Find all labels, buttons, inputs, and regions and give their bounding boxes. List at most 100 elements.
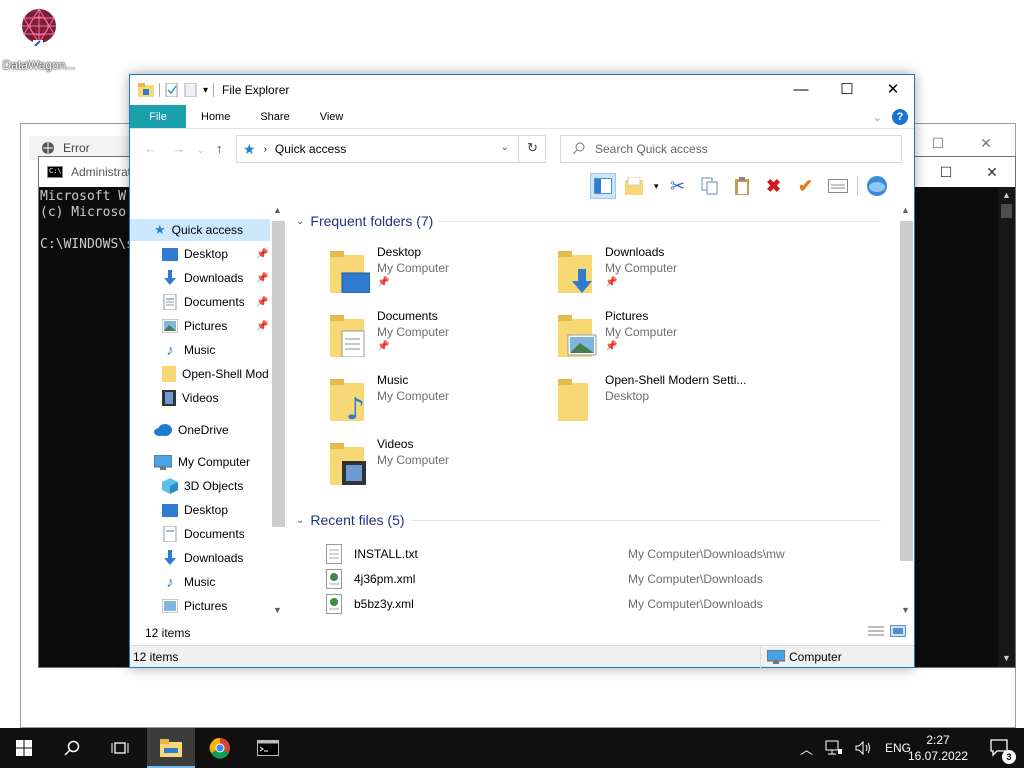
folder-tile-pictures[interactable]: Pictures My Computer 📌 bbox=[558, 309, 778, 365]
action-center-button[interactable]: 3 bbox=[976, 728, 1024, 768]
tab-share[interactable]: Share bbox=[245, 105, 304, 128]
cmd-scrollbar[interactable]: ▲ ▼ bbox=[998, 187, 1015, 667]
explorer-folder-icon[interactable] bbox=[138, 83, 154, 97]
recent-file-row[interactable]: b5bz3y.xml My Computer\Downloads bbox=[326, 591, 886, 616]
nav-item-documents[interactable]: Documents 📌 bbox=[130, 291, 270, 313]
new-folder-icon[interactable] bbox=[184, 83, 198, 97]
nav-item-mc-music[interactable]: ♪ Music bbox=[130, 571, 270, 593]
expand-ribbon-icon[interactable]: ⌄ bbox=[873, 111, 882, 124]
tab-view[interactable]: View bbox=[305, 105, 359, 128]
folder-tile-videos[interactable]: Videos My Computer bbox=[330, 437, 550, 493]
scroll-thumb[interactable] bbox=[1001, 204, 1012, 218]
folder-tile-open-shell[interactable]: Open-Shell Modern Setti... Desktop bbox=[558, 373, 778, 429]
nav-pane-scrollbar[interactable]: ▲ ▼ bbox=[270, 203, 287, 619]
nav-item-mc-desktop[interactable]: Desktop bbox=[130, 499, 270, 521]
start-button[interactable] bbox=[0, 728, 48, 768]
scroll-down-icon[interactable]: ▼ bbox=[998, 650, 1015, 667]
recent-file-row[interactable]: 4j36pm.xml My Computer\Downloads bbox=[326, 566, 886, 591]
nav-item-3d-objects[interactable]: 3D Objects bbox=[130, 475, 270, 497]
address-bar[interactable]: ★ › Quick access ⌄ bbox=[236, 135, 546, 163]
scroll-up-icon[interactable]: ▲ bbox=[273, 205, 282, 215]
taskbar-search-button[interactable] bbox=[48, 728, 96, 768]
taskbar-chrome[interactable] bbox=[196, 728, 244, 768]
navigation-pane-icon[interactable] bbox=[590, 173, 616, 199]
explorer-titlebar[interactable]: ▾ File Explorer — ☐ ✕ bbox=[130, 75, 914, 105]
cmd-close-button[interactable]: ✕ bbox=[969, 157, 1015, 187]
error-close-button[interactable]: ✕ bbox=[963, 130, 1009, 156]
collapse-chevron-icon[interactable]: ⌄ bbox=[296, 515, 304, 526]
error-maximize-button[interactable]: ☐ bbox=[915, 130, 961, 156]
volume-icon[interactable] bbox=[855, 740, 873, 756]
cut-icon[interactable]: ✂ bbox=[665, 173, 691, 199]
properties-icon[interactable] bbox=[165, 83, 179, 97]
details-view-icon[interactable] bbox=[868, 625, 884, 637]
folder-tile-downloads[interactable]: Downloads My Computer 📌 bbox=[558, 245, 778, 301]
desktop-icon-datawagon[interactable]: DataWagon... bbox=[0, 6, 78, 72]
scroll-thumb[interactable] bbox=[272, 221, 285, 527]
taskbar-cmd[interactable] bbox=[244, 728, 292, 768]
nav-item-mc-downloads[interactable]: Downloads bbox=[130, 547, 270, 569]
minimize-button[interactable]: — bbox=[778, 75, 824, 105]
search-box[interactable] bbox=[560, 135, 902, 163]
forward-arrow-icon[interactable]: → bbox=[172, 141, 185, 156]
delete-icon[interactable]: ✖ bbox=[761, 173, 787, 199]
nav-item-videos[interactable]: Videos bbox=[130, 387, 270, 409]
scroll-down-icon[interactable]: ▼ bbox=[901, 605, 910, 615]
tab-home[interactable]: Home bbox=[186, 105, 245, 128]
folder-tile-desktop[interactable]: Desktop My Computer 📌 bbox=[330, 245, 550, 301]
folder-view-icon[interactable] bbox=[622, 173, 648, 199]
downloads-icon bbox=[164, 270, 176, 285]
search-input[interactable] bbox=[595, 142, 875, 156]
close-button[interactable]: ✕ bbox=[870, 75, 916, 105]
nav-item-mc-pictures[interactable]: Pictures bbox=[130, 595, 270, 617]
folder-icon bbox=[558, 379, 588, 421]
shell-globe-icon[interactable] bbox=[864, 173, 890, 199]
breadcrumb-chevron-icon[interactable]: › bbox=[264, 144, 267, 155]
up-arrow-icon[interactable]: ↑ bbox=[216, 141, 223, 156]
folder-location: My Computer bbox=[377, 261, 450, 275]
file-explorer-window[interactable]: ▾ File Explorer — ☐ ✕ File Home Share Vi… bbox=[129, 74, 915, 668]
nav-item-desktop[interactable]: Desktop 📌 bbox=[130, 243, 270, 265]
scroll-up-icon[interactable]: ▲ bbox=[901, 205, 910, 215]
recent-file-row[interactable]: INSTALL.txt My Computer\Downloads\mw bbox=[326, 541, 886, 566]
maximize-button[interactable]: ☐ bbox=[824, 75, 870, 105]
qat-dropdown-icon[interactable]: ▾ bbox=[203, 85, 208, 96]
folder-tile-documents[interactable]: Documents My Computer 📌 bbox=[330, 309, 550, 365]
scroll-thumb[interactable] bbox=[900, 221, 913, 561]
nav-item-open-shell[interactable]: Open-Shell Mod bbox=[130, 363, 270, 385]
scroll-down-icon[interactable]: ▼ bbox=[273, 605, 282, 615]
navigation-pane[interactable]: ★ Quick access Desktop 📌 Downloads 📌 Doc… bbox=[130, 205, 285, 619]
help-icon[interactable]: ? bbox=[892, 109, 908, 125]
nav-item-downloads[interactable]: Downloads 📌 bbox=[130, 267, 270, 289]
scroll-up-icon[interactable]: ▲ bbox=[998, 187, 1015, 204]
address-dropdown-icon[interactable]: ⌄ bbox=[501, 142, 509, 153]
show-hidden-icons-chevron-icon[interactable]: ︿ bbox=[800, 739, 813, 758]
nav-onedrive[interactable]: OneDrive bbox=[130, 419, 270, 441]
taskbar-file-explorer[interactable] bbox=[147, 728, 195, 768]
checkmark-icon[interactable]: ✔ bbox=[793, 173, 819, 199]
recent-files-header[interactable]: ⌄ Recent files (5) bbox=[296, 512, 881, 528]
task-view-button[interactable] bbox=[96, 728, 144, 768]
content-scrollbar[interactable]: ▲ ▼ bbox=[898, 203, 915, 619]
nav-item-mc-documents[interactable]: Documents bbox=[130, 523, 270, 545]
taskbar-clock[interactable]: 2:27 16.07.2022 bbox=[906, 732, 970, 764]
paste-icon[interactable] bbox=[729, 173, 755, 199]
network-icon[interactable] bbox=[825, 740, 843, 756]
refresh-button[interactable]: ↻ bbox=[518, 135, 546, 163]
properties-toolbar-icon[interactable] bbox=[825, 173, 851, 199]
toolbar-dropdown-icon[interactable]: ▾ bbox=[654, 181, 659, 192]
large-icons-view-icon[interactable] bbox=[890, 625, 906, 637]
content-pane[interactable]: ⌄ Frequent folders (7) Desktop My Comput… bbox=[290, 205, 898, 619]
copy-icon[interactable] bbox=[697, 173, 723, 199]
back-arrow-icon[interactable]: ← bbox=[144, 141, 157, 156]
nav-item-pictures[interactable]: Pictures 📌 bbox=[130, 315, 270, 337]
cmd-maximize-button[interactable]: ☐ bbox=[923, 157, 969, 187]
folder-tile-music[interactable]: ♪ Music My Computer bbox=[330, 373, 550, 429]
nav-my-computer[interactable]: My Computer bbox=[130, 451, 270, 473]
collapse-chevron-icon[interactable]: ⌄ bbox=[296, 216, 304, 227]
recent-locations-icon[interactable]: ⌄ bbox=[197, 145, 205, 156]
tab-file[interactable]: File bbox=[130, 105, 186, 128]
nav-item-music[interactable]: ♪ Music bbox=[130, 339, 270, 361]
nav-quick-access[interactable]: ★ Quick access bbox=[130, 219, 270, 241]
frequent-folders-header[interactable]: ⌄ Frequent folders (7) bbox=[296, 213, 880, 229]
